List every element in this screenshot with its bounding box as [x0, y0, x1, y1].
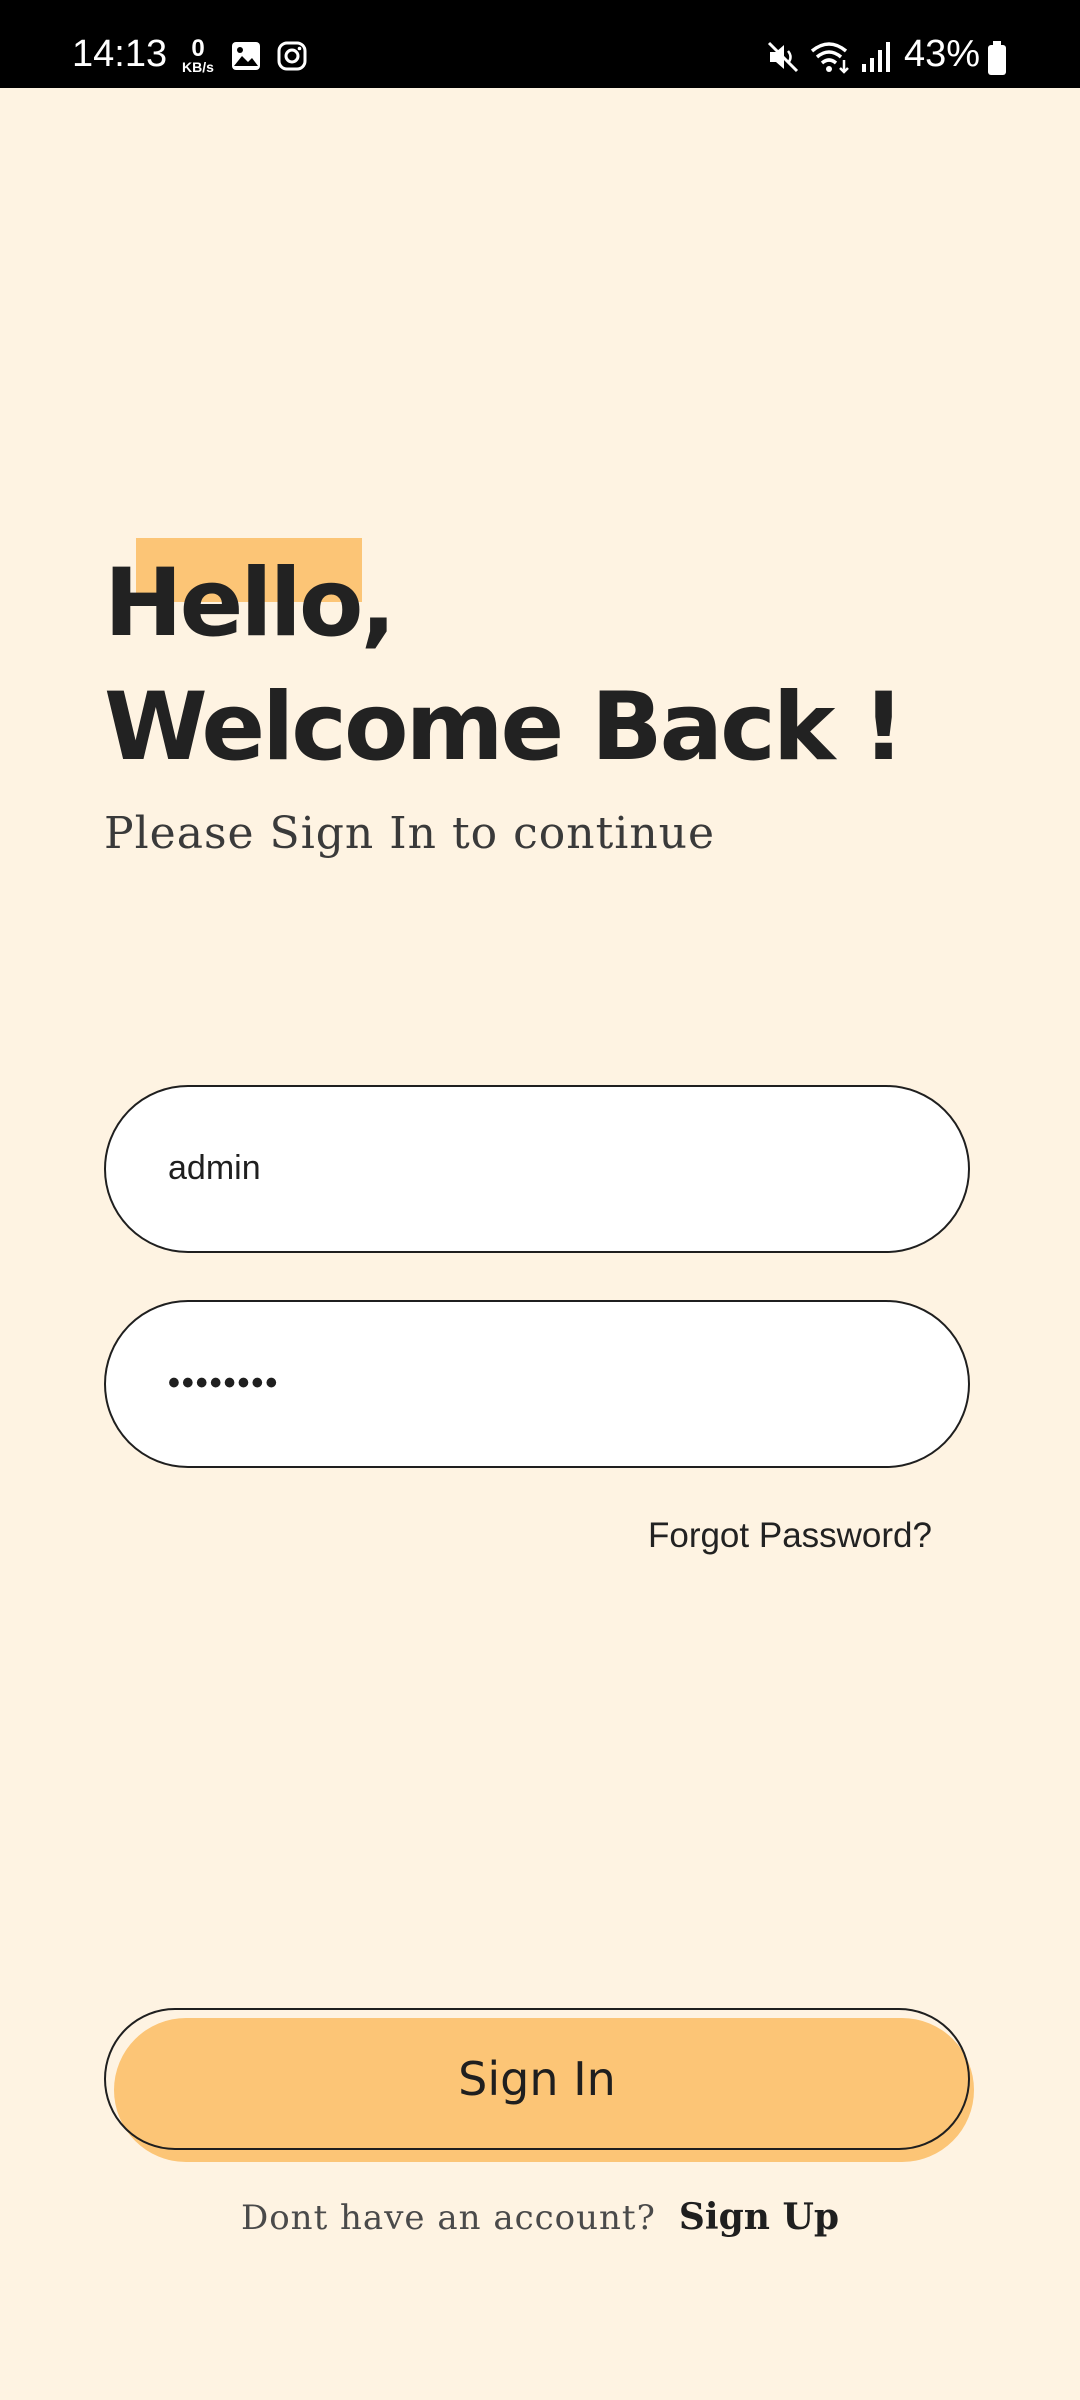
password-input[interactable]	[168, 1302, 908, 1465]
password-field	[104, 1300, 970, 1468]
signup-link[interactable]: Sign Up	[679, 2196, 839, 2238]
signin-button[interactable]: Sign In	[104, 2008, 970, 2150]
signal-icon	[862, 42, 890, 72]
wifi-icon	[810, 42, 849, 74]
instagram-icon	[277, 41, 307, 71]
forgot-password-link[interactable]: Forgot Password?	[648, 1514, 932, 1558]
status-time: 14:13	[72, 33, 168, 75]
signin-button-container: Sign In	[104, 2008, 974, 2164]
network-speed-indicator: 0 KB/s	[178, 35, 218, 75]
network-speed-unit: KB/s	[182, 59, 214, 75]
greeting-heading: Hello,	[104, 549, 396, 658]
username-field	[104, 1085, 970, 1253]
battery-percentage: 43%	[904, 33, 981, 75]
username-input[interactable]	[168, 1087, 908, 1250]
network-speed-value: 0	[191, 35, 205, 62]
signup-row: Dont have an account? Sign Up	[0, 2196, 1080, 2238]
signup-prompt: Dont have an account?	[240, 2198, 656, 2238]
battery-icon	[988, 41, 1006, 75]
gallery-icon	[232, 42, 260, 70]
welcome-heading: Welcome Back !	[104, 673, 905, 782]
signin-subtitle: Please Sign In to continue	[104, 808, 716, 859]
status-bar: 14:13 0 KB/s 43%	[0, 0, 1080, 88]
mute-icon	[767, 41, 799, 73]
